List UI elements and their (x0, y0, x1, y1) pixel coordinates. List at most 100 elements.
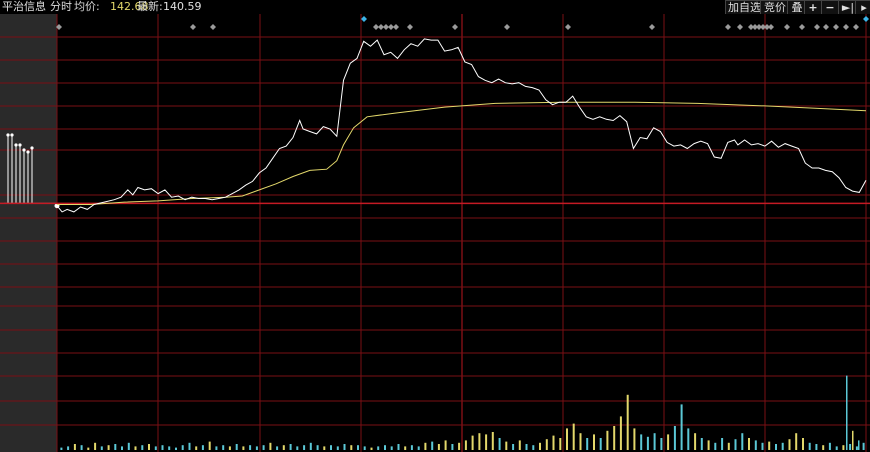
auction-tick-dot (18, 143, 22, 147)
volume-bar (539, 442, 541, 450)
volume-bar (208, 441, 211, 450)
volume-bar (525, 444, 528, 450)
volume-bar (633, 428, 636, 450)
volume-bar (795, 433, 798, 450)
volume-bar (417, 446, 420, 450)
volume-bar (646, 436, 649, 450)
volume-bar (579, 433, 582, 450)
volume-bar (619, 416, 622, 450)
volume-bar (127, 442, 130, 450)
volume-bar (390, 446, 393, 450)
volume-bar (828, 442, 831, 450)
volume-bar (282, 445, 285, 450)
volume-bar (822, 445, 825, 450)
stock-name[interactable]: 平治信息 (2, 0, 46, 13)
volume-bar (424, 442, 427, 450)
volume-bar (464, 440, 467, 450)
volume-bar (357, 445, 359, 450)
volume-bar (842, 445, 845, 450)
volume-bar (242, 446, 245, 450)
zoom-in-button[interactable]: + (804, 0, 822, 15)
volume-bar (377, 446, 380, 450)
volume-bar (235, 444, 238, 450)
volume-bar (262, 445, 265, 450)
more-button[interactable]: ▸ (855, 0, 870, 15)
volume-bar (855, 446, 858, 450)
volume-bar (653, 433, 656, 450)
volume-bar (289, 444, 292, 450)
volume-bar (255, 446, 258, 450)
volume-bar (593, 434, 595, 450)
volume-bar (228, 446, 231, 450)
volume-bar (660, 438, 663, 450)
volume-bar (802, 438, 804, 450)
volume-bar (626, 394, 629, 450)
volume-bar (67, 446, 70, 450)
volume-bar (761, 442, 764, 450)
volume-bar (154, 446, 157, 450)
volume-bar (316, 445, 319, 450)
auction-tick-dot (22, 148, 26, 152)
volume-bar (862, 442, 865, 450)
volume-bar (134, 446, 137, 450)
zoom-out-button[interactable]: − (821, 0, 839, 15)
volume-bar (384, 445, 386, 450)
volume-bar (161, 445, 164, 450)
volume-bar (350, 445, 353, 450)
intraday-chart[interactable] (0, 14, 870, 452)
volume-bar (94, 442, 97, 450)
volume-bar (195, 446, 198, 450)
volume-bar (727, 442, 730, 450)
volume-bar (309, 442, 312, 450)
volume-bar (680, 404, 683, 450)
volume-bar (370, 447, 373, 450)
volume-bar (404, 446, 407, 450)
volume-bar (249, 445, 252, 450)
volume-bar (714, 442, 717, 450)
volume-bar (148, 444, 150, 450)
volume-bar (188, 442, 191, 450)
volume-bar (222, 445, 225, 450)
volume-bar (201, 445, 204, 450)
volume-bar (181, 445, 184, 450)
volume-bar (215, 446, 218, 450)
call-auction-button[interactable]: 竞价 (760, 0, 790, 15)
volume-bar (498, 438, 501, 450)
minus-icon: − (825, 1, 835, 14)
volume-bar (849, 444, 852, 450)
volume-bar (640, 434, 643, 450)
volume-bar (276, 446, 279, 450)
auction-tick-dot (30, 146, 34, 150)
auction-tick-dot (6, 133, 10, 137)
volume-bar (518, 440, 521, 450)
volume-bar (330, 445, 332, 450)
volume-bar (673, 426, 676, 450)
volume-bar (532, 445, 535, 450)
volume-bar (343, 444, 346, 450)
volume-bar (471, 435, 474, 450)
add-to-watchlist-button[interactable]: 加自选 (725, 0, 761, 15)
auction-tick-dot (14, 143, 18, 147)
volume-bar (687, 428, 690, 450)
volume-bar (323, 446, 326, 450)
volume-bar (613, 426, 616, 450)
volume-bar (80, 445, 83, 450)
volume-bar (410, 445, 413, 450)
volume-bar (815, 444, 818, 450)
volume-bar (700, 438, 703, 450)
jump-to-end-icon: ►| (841, 1, 855, 14)
volume-bar (707, 440, 710, 450)
volume-bar (437, 444, 440, 450)
volume-bar (87, 447, 90, 450)
volume-bar (781, 442, 784, 450)
chart-header: 平治信息 分时 均价: 142.68 最新: 140.59 加自选 竞价 叠 +… (0, 0, 870, 15)
volume-bar (121, 446, 123, 450)
volume-bar (73, 444, 76, 450)
volume-bar (444, 440, 447, 450)
chart-background (0, 14, 870, 452)
volume-bar (60, 447, 63, 450)
volume-bar (734, 439, 737, 450)
avg-price-label: 均价: (74, 0, 100, 13)
auction-tick-dot (10, 133, 14, 137)
volume-bar (846, 375, 848, 450)
